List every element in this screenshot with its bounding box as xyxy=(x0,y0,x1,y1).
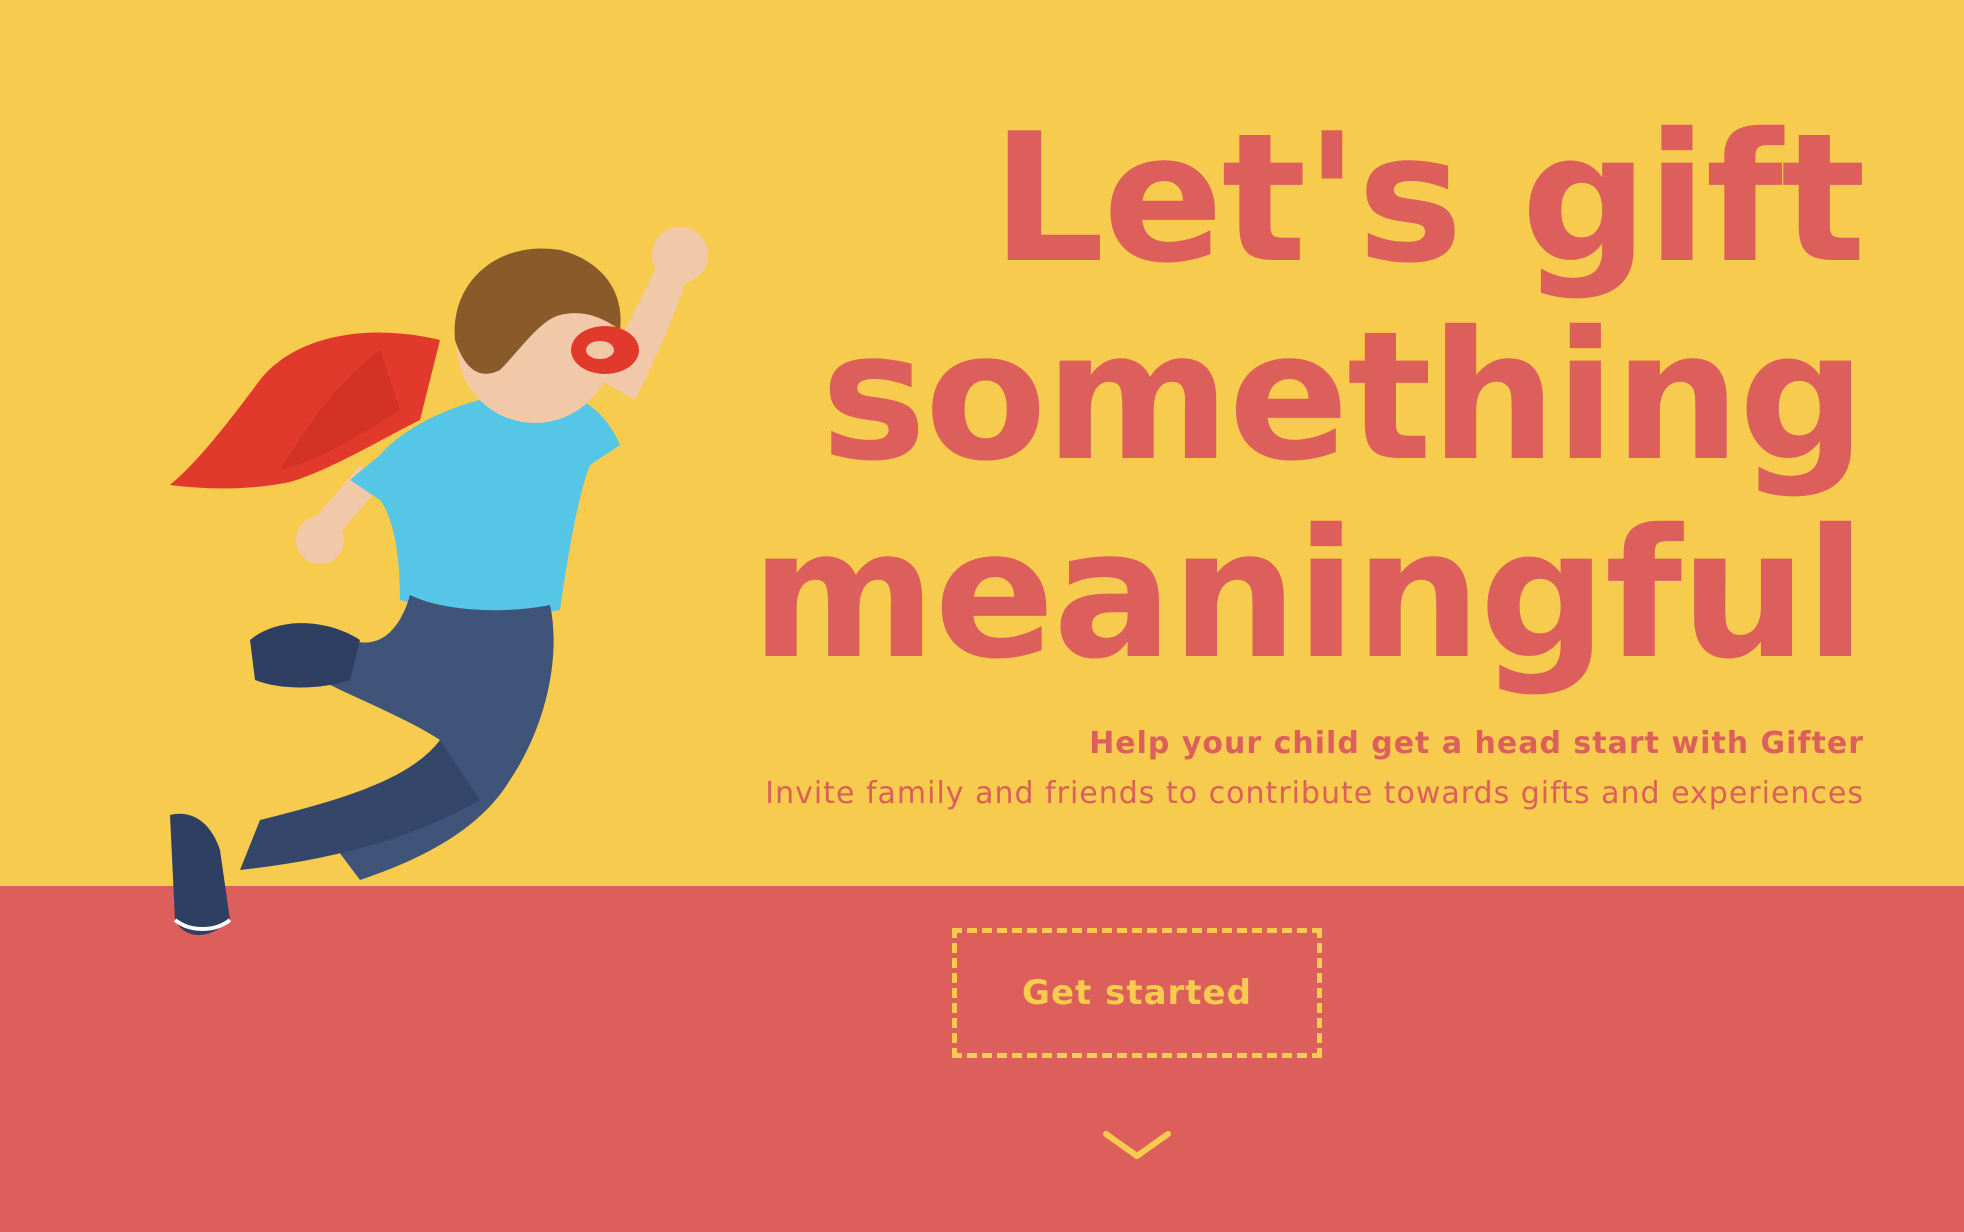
hero-subtitle: Help your child get a head start with Gi… xyxy=(1089,726,1864,761)
hero-tagline: Invite family and friends to contribute … xyxy=(765,776,1864,811)
headline-line-2: something xyxy=(820,293,1866,500)
hero-headline: Let's gift something meaningful xyxy=(604,95,1866,698)
landing-page: Let's gift something meaningful Help you… xyxy=(0,0,1964,1232)
headline-line-3: meaningful xyxy=(750,491,1866,698)
headline-line-1: Let's gift xyxy=(991,95,1866,302)
get-started-button[interactable]: Get started xyxy=(952,928,1322,1058)
chevron-down-icon[interactable] xyxy=(1102,1128,1172,1164)
